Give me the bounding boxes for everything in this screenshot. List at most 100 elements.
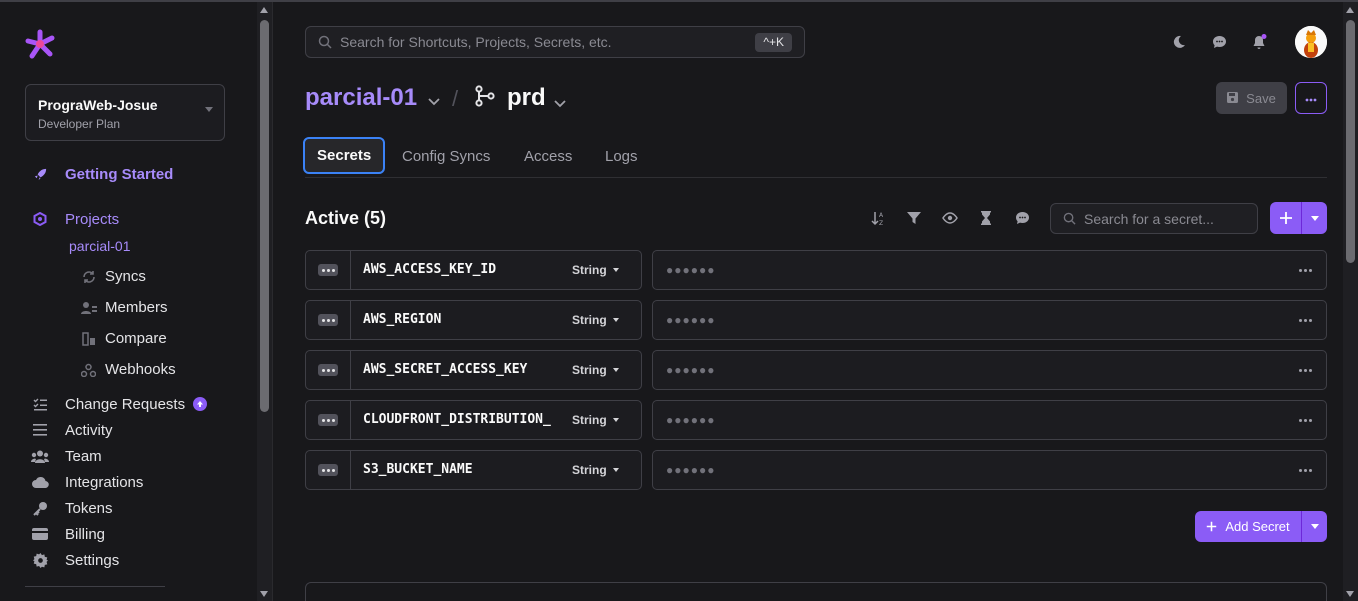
sidebar-subitem-syncs[interactable]: Syncs (80, 268, 146, 285)
secret-type-select[interactable]: String (572, 263, 619, 277)
ellipsis-icon[interactable] (1299, 269, 1312, 272)
secret-row-menu-button[interactable] (306, 451, 351, 489)
secret-row-menu-button[interactable] (306, 251, 351, 289)
ellipsis-icon[interactable] (1299, 419, 1312, 422)
sidebar-item-integrations[interactable]: Integrations (31, 471, 143, 493)
chevron-down-icon[interactable] (428, 93, 440, 111)
scrollbar-thumb[interactable] (1346, 20, 1355, 263)
secret-key-name[interactable]: AWS_REGION (363, 312, 563, 327)
save-icon (1227, 91, 1239, 106)
secret-row-menu-button[interactable] (306, 351, 351, 389)
avatar[interactable] (1295, 26, 1327, 58)
ellipsis-icon[interactable] (1299, 319, 1312, 322)
sidebar-subitem-label: Webhooks (105, 361, 176, 378)
workspace-selector[interactable]: PrograWeb-Josue Developer Plan (25, 84, 225, 141)
filter-icon[interactable] (905, 209, 923, 227)
sidebar-item-tokens[interactable]: Tokens (31, 497, 113, 519)
main-scrollbar[interactable] (1343, 2, 1358, 601)
secret-row-menu-button[interactable] (306, 301, 351, 339)
add-secret-plus-button[interactable] (1270, 202, 1301, 234)
tab-logs[interactable]: Logs (593, 137, 650, 175)
sidebar-subitem-compare[interactable]: Compare (80, 330, 167, 347)
eye-icon[interactable] (941, 209, 959, 227)
secret-value-field[interactable]: ●●●●●● (652, 300, 1327, 340)
scroll-up-arrow-icon[interactable] (1346, 7, 1354, 13)
scroll-up-arrow-icon[interactable] (260, 7, 268, 13)
secret-key-field[interactable]: CLOUDFRONT_DISTRIBUTION_ String (305, 400, 642, 440)
sidebar-item-projects[interactable]: Projects (31, 208, 119, 230)
global-search-input[interactable] (340, 34, 730, 50)
tab-config-syncs[interactable]: Config Syncs (390, 137, 502, 175)
secret-key-name[interactable]: AWS_ACCESS_KEY_ID (363, 262, 563, 277)
sidebar-item-team[interactable]: Team (31, 445, 102, 467)
add-secret-dropdown-button[interactable] (1302, 511, 1327, 542)
comment-icon[interactable] (1013, 209, 1031, 227)
project-name-breadcrumb[interactable]: parcial-01 (305, 84, 417, 112)
bell-icon[interactable] (1250, 33, 1268, 51)
secret-type-select[interactable]: String (572, 413, 619, 427)
sidebar-item-settings[interactable]: Settings (31, 549, 119, 571)
sidebar-item-billing[interactable]: Billing (31, 523, 105, 545)
secret-search-input[interactable] (1084, 210, 1244, 227)
secret-type-select[interactable]: String (572, 363, 619, 377)
tab-secrets[interactable]: Secrets (303, 137, 386, 174)
secondary-panel (305, 582, 1327, 601)
scroll-down-arrow-icon[interactable] (260, 591, 268, 597)
sidebar-subitem-members[interactable]: Members (80, 299, 168, 316)
ellipsis-icon[interactable] (1299, 369, 1312, 372)
sidebar-scrollbar[interactable] (257, 2, 272, 601)
key-icon (31, 499, 49, 517)
secret-key-field[interactable]: AWS_SECRET_ACCESS_KEY String (305, 350, 642, 390)
gear-icon (31, 551, 49, 569)
secret-key-name[interactable]: CLOUDFRONT_DISTRIBUTION_ (363, 412, 563, 427)
caret-down-icon (612, 368, 619, 372)
sidebar-item-getting-started[interactable]: Getting Started (31, 163, 173, 185)
sidebar-item-change-requests[interactable]: Change Requests (31, 393, 208, 415)
svg-text:A: A (879, 212, 884, 219)
activity-icon (31, 421, 49, 439)
secret-value-field[interactable]: ●●●●●● (652, 450, 1327, 490)
secret-key-name[interactable]: S3_BUCKET_NAME (363, 462, 563, 477)
secret-row: AWS_SECRET_ACCESS_KEY String ●●●●●● (305, 350, 1327, 390)
secret-key-name[interactable]: AWS_SECRET_ACCESS_KEY (363, 362, 563, 377)
more-options-button[interactable] (1295, 82, 1327, 114)
sidebar-item-label: Billing (65, 525, 106, 543)
sort-icon[interactable]: AZ (869, 209, 887, 227)
members-icon (80, 299, 97, 316)
scrollbar-thumb[interactable] (260, 20, 269, 412)
sidebar-item-activity[interactable]: Activity (31, 419, 113, 441)
secret-search[interactable] (1050, 203, 1258, 234)
hourglass-icon[interactable] (977, 209, 995, 227)
chat-icon[interactable] (1210, 33, 1228, 51)
global-search[interactable]: ^+K (305, 26, 805, 58)
sidebar-subitem-webhooks[interactable]: Webhooks (80, 361, 176, 378)
scroll-down-arrow-icon[interactable] (1346, 591, 1354, 597)
secret-row: AWS_ACCESS_KEY_ID String ●●●●●● (305, 250, 1327, 290)
add-options-dropdown-button[interactable] (1302, 202, 1327, 234)
moon-icon[interactable] (1170, 33, 1188, 51)
caret-down-icon (1310, 524, 1319, 529)
environment-breadcrumb[interactable]: prd (507, 84, 546, 112)
ellipsis-icon[interactable] (1299, 469, 1312, 472)
webhooks-icon (80, 361, 97, 378)
ellipsis-icon (1305, 89, 1317, 107)
add-secret-button[interactable]: Add Secret (1195, 511, 1301, 542)
secret-value-field[interactable]: ●●●●●● (652, 350, 1327, 390)
hexagon-icon (31, 210, 49, 228)
secret-type-select[interactable]: String (572, 463, 619, 477)
save-button[interactable]: Save (1216, 82, 1287, 114)
secret-row-menu-button[interactable] (306, 401, 351, 439)
sidebar-current-project[interactable]: parcial-01 (69, 238, 130, 254)
secret-key-field[interactable]: S3_BUCKET_NAME String (305, 450, 642, 490)
secret-value-field[interactable]: ●●●●●● (652, 400, 1327, 440)
secret-row: AWS_REGION String ●●●●●● (305, 300, 1327, 340)
secret-key-field[interactable]: AWS_ACCESS_KEY_ID String (305, 250, 642, 290)
chevron-down-icon[interactable] (554, 95, 566, 113)
billing-icon (31, 525, 49, 543)
tab-access[interactable]: Access (512, 137, 584, 175)
app-logo-icon[interactable] (24, 28, 58, 60)
secret-key-field[interactable]: AWS_REGION String (305, 300, 642, 340)
secret-type-label: String (572, 363, 607, 377)
secret-value-field[interactable]: ●●●●●● (652, 250, 1327, 290)
secret-type-select[interactable]: String (572, 313, 619, 327)
